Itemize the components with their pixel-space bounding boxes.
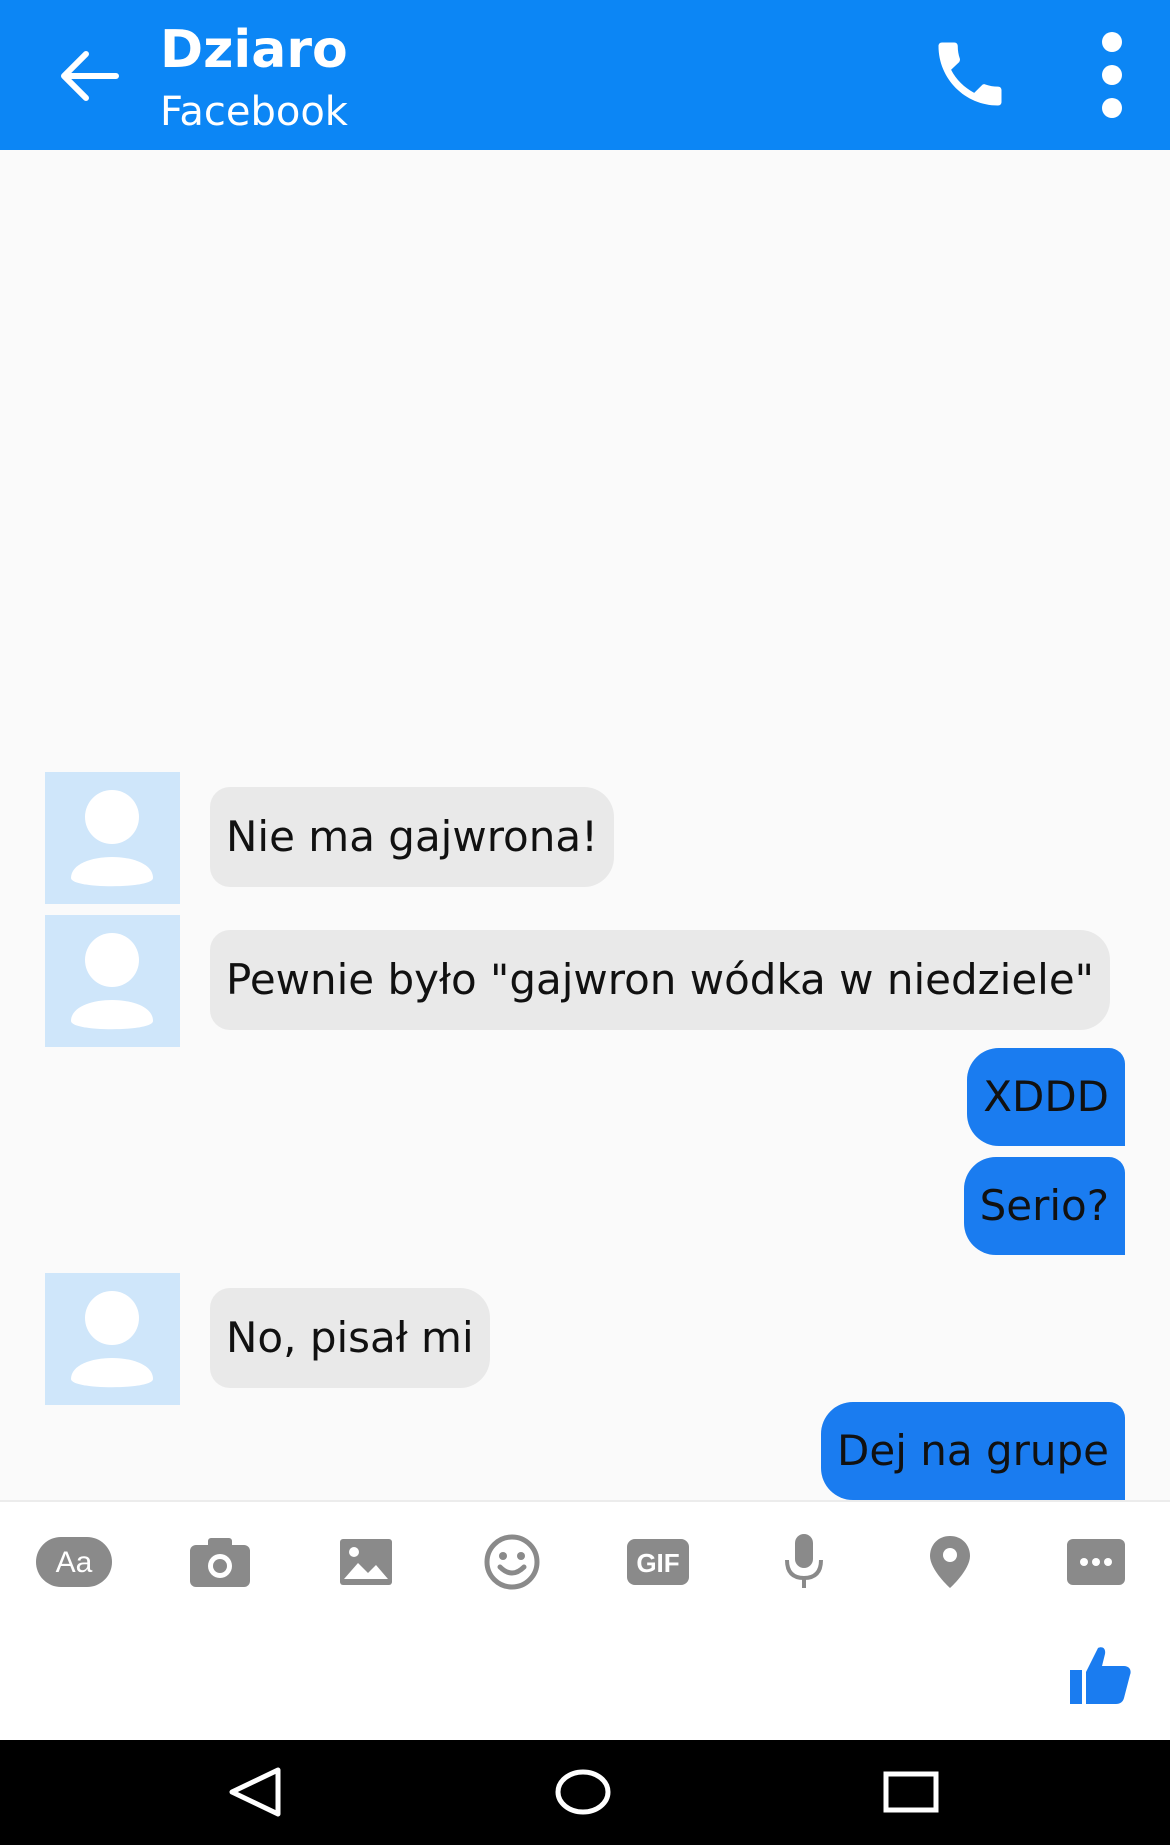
phone-icon[interactable] <box>928 32 1012 116</box>
incoming-message[interactable]: Nie ma gajwrona! <box>210 787 614 887</box>
gallery-icon[interactable] <box>326 1522 406 1602</box>
emoji-icon[interactable] <box>472 1522 552 1602</box>
incoming-message[interactable]: No, pisał mi <box>210 1288 490 1388</box>
contact-name[interactable]: Dziaro <box>160 18 348 82</box>
outgoing-message[interactable]: XDDD <box>967 1048 1125 1146</box>
composer-toolbar: Aa GIF <box>0 1500 1170 1620</box>
microphone-icon[interactable] <box>764 1522 844 1602</box>
text-format-label: Aa <box>56 1546 93 1579</box>
contact-subtitle: Facebook <box>160 89 348 135</box>
gif-label: GIF <box>636 1548 679 1578</box>
outgoing-message[interactable]: Dej na grupe <box>821 1402 1125 1500</box>
avatar[interactable] <box>45 1273 180 1405</box>
gif-icon[interactable]: GIF <box>618 1522 698 1602</box>
camera-icon[interactable] <box>180 1522 260 1602</box>
more-vertical-icon[interactable] <box>1092 32 1132 118</box>
back-arrow-icon[interactable] <box>52 40 124 112</box>
text-format-icon[interactable]: Aa <box>34 1522 114 1602</box>
home-circle-icon[interactable] <box>548 1762 618 1822</box>
avatar[interactable] <box>45 915 180 1047</box>
message-list[interactable]: Nie ma gajwrona! Pewnie było "gajwron wó… <box>0 150 1170 1500</box>
more-horizontal-icon[interactable] <box>1056 1522 1136 1602</box>
avatar[interactable] <box>45 772 180 904</box>
outgoing-message[interactable]: Serio? <box>963 1157 1125 1255</box>
system-nav-bar <box>0 1740 1170 1845</box>
thumbs-up-icon[interactable] <box>1068 1642 1134 1708</box>
location-pin-icon[interactable] <box>910 1522 990 1602</box>
incoming-message[interactable]: Pewnie było "gajwron wódka w niedziele" <box>210 930 1110 1030</box>
header-bar: Dziaro Facebook <box>0 0 1170 150</box>
back-triangle-icon[interactable] <box>220 1762 290 1822</box>
message-input-area[interactable] <box>0 1620 1170 1740</box>
recents-square-icon[interactable] <box>876 1762 946 1822</box>
